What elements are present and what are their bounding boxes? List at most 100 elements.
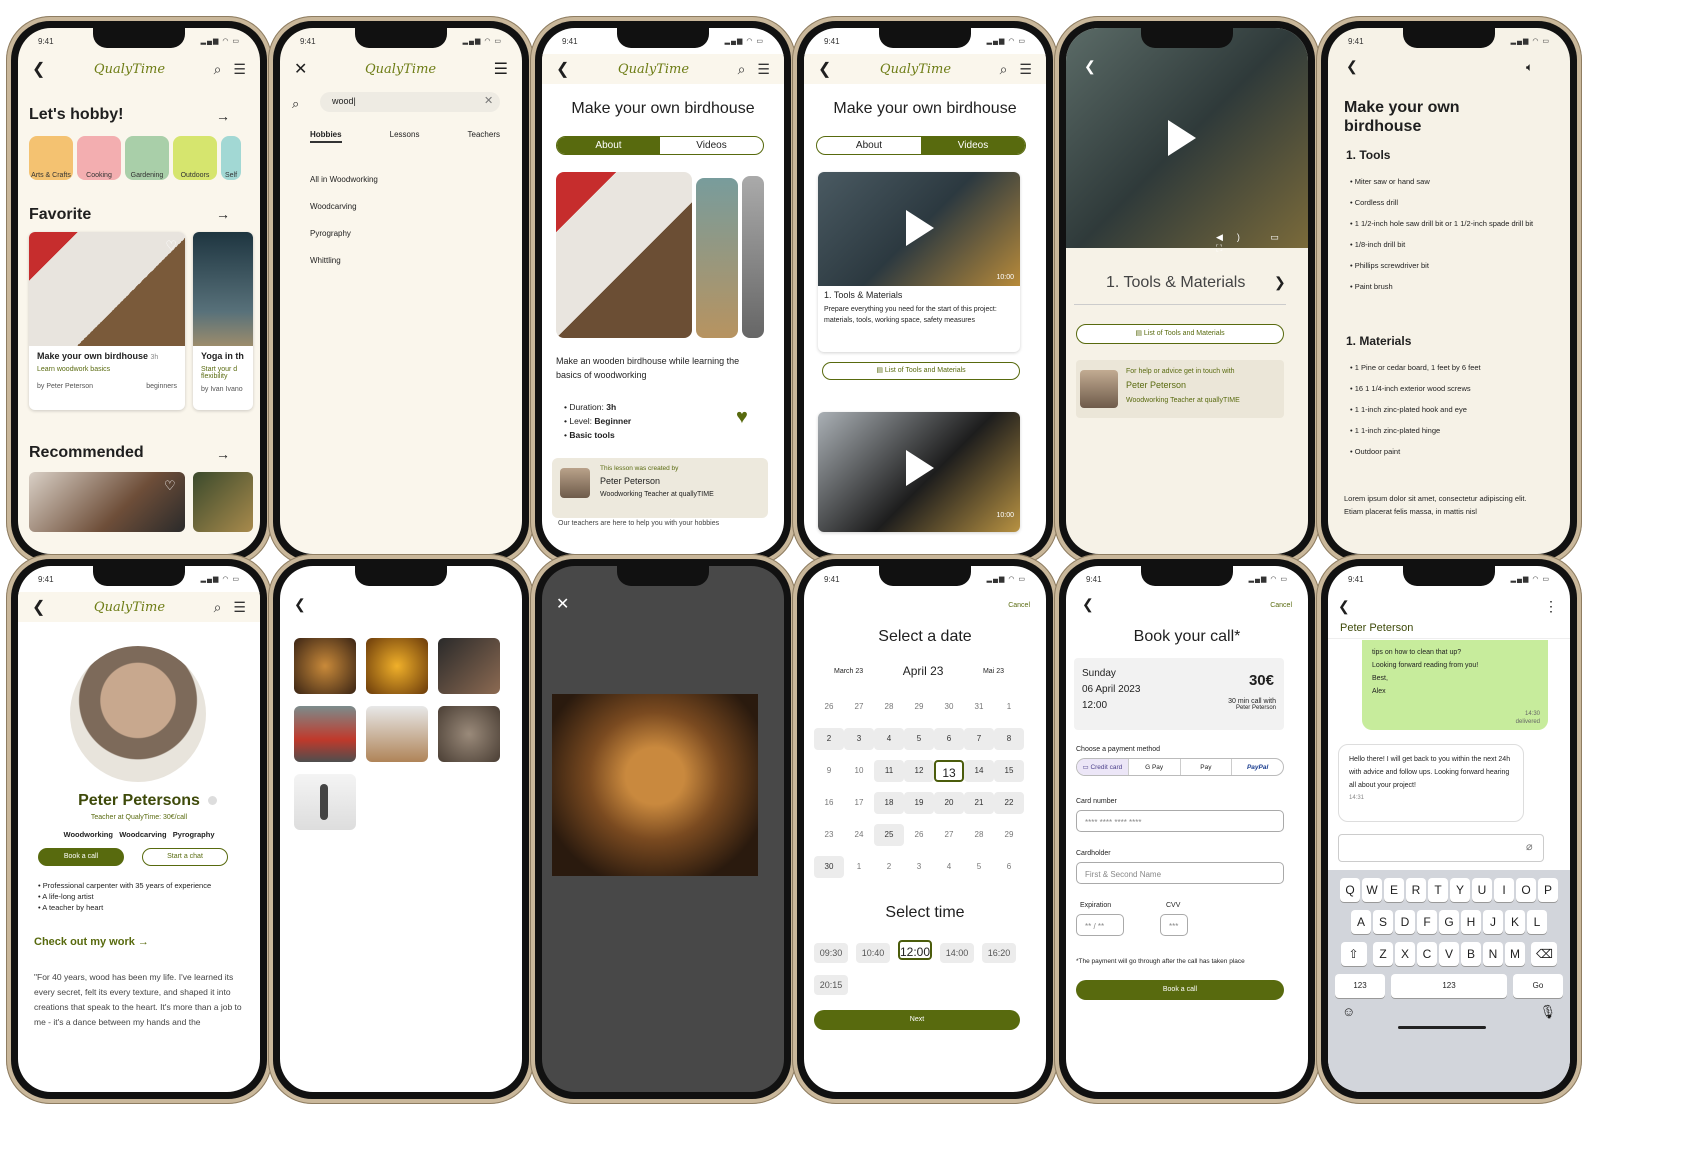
calendar-day[interactable]: 7 bbox=[964, 728, 994, 750]
key-z[interactable]: Z bbox=[1373, 942, 1393, 966]
tab-about[interactable]: About bbox=[817, 137, 921, 154]
calendar-day[interactable]: 18 bbox=[874, 792, 904, 814]
next-button[interactable]: Next bbox=[814, 1010, 1020, 1030]
video-card-2[interactable]: 10:00 bbox=[818, 412, 1020, 532]
key-d[interactable]: D bbox=[1395, 910, 1415, 934]
time-slot[interactable]: 12:00 bbox=[898, 940, 932, 960]
go-key[interactable]: Go bbox=[1513, 974, 1563, 998]
tab-hobbies[interactable]: Hobbies bbox=[310, 130, 342, 143]
more-icon[interactable]: ⋮ bbox=[1544, 598, 1558, 615]
cancel-button[interactable]: Cancel bbox=[1270, 602, 1292, 609]
back-icon[interactable]: ❮ bbox=[556, 59, 569, 79]
key-g[interactable]: G bbox=[1439, 910, 1459, 934]
speaker-icon[interactable]: 🔈︎ bbox=[1526, 60, 1533, 75]
gallery-photo-main[interactable] bbox=[556, 172, 692, 338]
calendar-day[interactable]: 14 bbox=[964, 760, 994, 782]
shift-key[interactable]: ⇧ bbox=[1340, 942, 1367, 966]
cancel-button[interactable]: Cancel bbox=[1008, 602, 1030, 609]
key-s[interactable]: S bbox=[1373, 910, 1393, 934]
microphone-icon[interactable]: 🎙︎ bbox=[1539, 1004, 1556, 1020]
tab-teachers[interactable]: Teachers bbox=[468, 130, 500, 143]
book-call-button[interactable]: Book a call bbox=[1076, 980, 1284, 1000]
key-n[interactable]: N bbox=[1483, 942, 1503, 966]
category-self[interactable]: Self bbox=[221, 136, 241, 180]
heart-filled-icon[interactable]: ♥ bbox=[736, 406, 748, 429]
search-icon[interactable]: ⌕ bbox=[738, 61, 746, 78]
heart-icon[interactable]: ♡ bbox=[164, 478, 176, 494]
key-h[interactable]: H bbox=[1461, 910, 1481, 934]
numbers-key[interactable]: 123 bbox=[1335, 974, 1385, 998]
backspace-key[interactable]: ⌫ bbox=[1531, 942, 1558, 966]
key-r[interactable]: R bbox=[1406, 878, 1426, 902]
back-icon[interactable]: ❮ bbox=[1338, 598, 1350, 615]
time-slot[interactable]: 14:00 bbox=[940, 943, 974, 963]
result-item[interactable]: Woodcarving bbox=[310, 193, 378, 220]
search-icon[interactable]: ⌕ bbox=[214, 599, 222, 616]
tab-videos[interactable]: Videos bbox=[660, 137, 763, 154]
gallery-photo-2[interactable] bbox=[696, 178, 738, 338]
message-input[interactable] bbox=[1338, 834, 1544, 862]
calendar-day[interactable]: 22 bbox=[994, 792, 1024, 814]
play-icon[interactable] bbox=[1168, 120, 1196, 156]
heart-icon[interactable]: ♡ bbox=[165, 238, 177, 254]
calendar-day[interactable]: 21 bbox=[964, 792, 994, 814]
chevron-right-icon[interactable]: ❯ bbox=[1274, 274, 1286, 291]
book-call-button[interactable]: Book a call bbox=[38, 848, 124, 866]
close-icon[interactable]: ✕ bbox=[556, 594, 569, 614]
close-icon[interactable]: ✕ bbox=[294, 59, 307, 79]
category-gardening[interactable]: Gardening bbox=[125, 136, 169, 180]
key-u[interactable]: U bbox=[1472, 878, 1492, 902]
menu-icon[interactable]: ☰ bbox=[494, 59, 508, 79]
arrow-right-icon[interactable]: → bbox=[216, 206, 230, 222]
calendar-day[interactable]: 30 bbox=[814, 856, 844, 878]
teacher-help-card[interactable]: For help or advice get in touch with Pet… bbox=[1076, 360, 1284, 418]
calendar-day[interactable]: 25 bbox=[874, 824, 904, 846]
back-icon[interactable]: ❮ bbox=[32, 597, 45, 617]
start-chat-button[interactable]: Start a chat bbox=[142, 848, 228, 866]
emoji-icon[interactable]: ☺ bbox=[1342, 1004, 1355, 1019]
expiration-field[interactable]: ** / ** bbox=[1076, 914, 1124, 936]
payment-applepay[interactable]: Pay bbox=[1179, 759, 1232, 775]
search-input[interactable]: wood| bbox=[320, 92, 500, 112]
gallery-thumb-chair[interactable] bbox=[366, 706, 428, 762]
calendar-day[interactable]: 6 bbox=[934, 728, 964, 750]
attach-icon[interactable]: ⌀ bbox=[1526, 840, 1533, 853]
time-slot[interactable]: 10:40 bbox=[856, 943, 890, 963]
gallery-photo-3[interactable] bbox=[742, 176, 764, 338]
category-outdoors[interactable]: Outdoors bbox=[173, 136, 217, 180]
back-icon[interactable]: ❮ bbox=[32, 59, 45, 79]
gallery-thumb-chair-red[interactable] bbox=[294, 706, 356, 762]
key-q[interactable]: Q bbox=[1340, 878, 1360, 902]
next-month[interactable]: Mai 23 bbox=[983, 668, 1004, 675]
key-c[interactable]: C bbox=[1417, 942, 1437, 966]
key-y[interactable]: Y bbox=[1450, 878, 1470, 902]
result-item[interactable]: All in Woodworking bbox=[310, 166, 378, 193]
time-slot[interactable]: 09:30 bbox=[814, 943, 848, 963]
arrow-right-icon[interactable]: → bbox=[216, 108, 230, 124]
result-item[interactable]: Pyrography bbox=[310, 220, 378, 247]
play-icon[interactable] bbox=[906, 210, 934, 246]
calendar-day[interactable]: 19 bbox=[904, 792, 934, 814]
tab-lessons[interactable]: Lessons bbox=[390, 130, 420, 143]
card-number-field[interactable]: **** **** **** **** bbox=[1076, 810, 1284, 832]
back-icon[interactable]: ❮ bbox=[818, 59, 831, 79]
check-work-link[interactable]: Check out my work → bbox=[34, 936, 149, 948]
key-f[interactable]: F bbox=[1417, 910, 1437, 934]
calendar-day[interactable]: 11 bbox=[874, 760, 904, 782]
favorite-card-birdhouse[interactable]: ♡ Make your own birdhouse 3h Learn woodw… bbox=[29, 232, 185, 410]
menu-icon[interactable]: ☰ bbox=[757, 61, 770, 78]
key-i[interactable]: I bbox=[1494, 878, 1514, 902]
favorite-card-yoga[interactable]: Yoga in th Start your d flexibility by I… bbox=[193, 232, 253, 410]
key-e[interactable]: E bbox=[1384, 878, 1404, 902]
payment-gpay[interactable]: G Pay bbox=[1127, 759, 1180, 775]
calendar-day[interactable]: 3 bbox=[844, 728, 874, 750]
tools-list-button[interactable]: ▤ List of Tools and Materials bbox=[822, 362, 1020, 380]
gallery-thumb-door[interactable] bbox=[366, 638, 428, 694]
key-t[interactable]: T bbox=[1428, 878, 1448, 902]
calendar-day[interactable]: 20 bbox=[934, 792, 964, 814]
key-p[interactable]: P bbox=[1538, 878, 1558, 902]
recommended-photo-2[interactable] bbox=[193, 472, 253, 532]
category-arts-crafts[interactable]: Arts & Crafts bbox=[29, 136, 73, 180]
key-j[interactable]: J bbox=[1483, 910, 1503, 934]
back-icon[interactable]: ❮ bbox=[1082, 596, 1094, 613]
